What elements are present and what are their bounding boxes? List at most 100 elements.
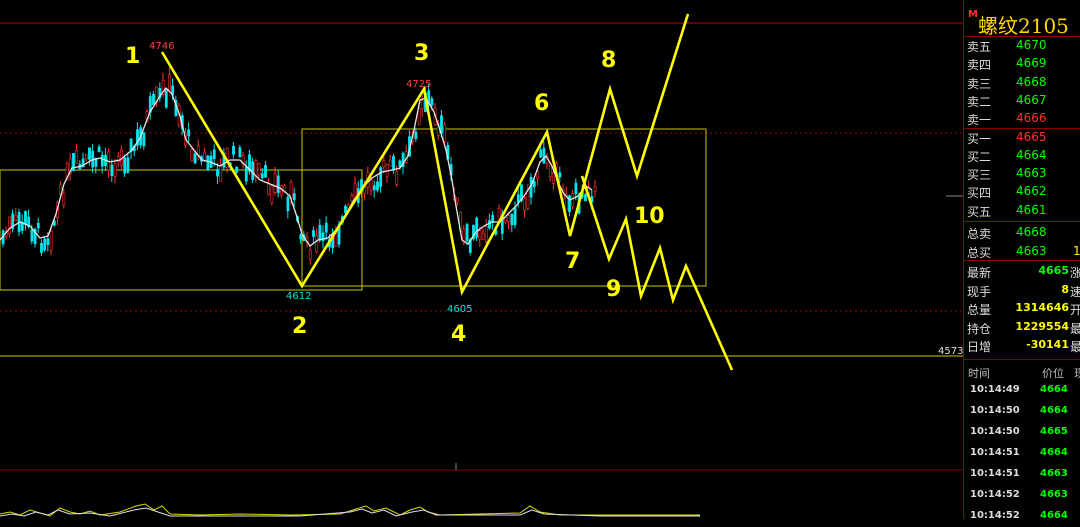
candle-body	[126, 157, 130, 173]
candle-body	[388, 159, 392, 167]
order-book-label: 卖五	[967, 40, 992, 54]
order-book-row[interactable]: 卖五 4670	[964, 36, 1080, 54]
candle-body	[212, 149, 216, 159]
candle-body	[276, 175, 280, 193]
candle-body	[251, 161, 255, 180]
order-book-row[interactable]: 卖一 4666	[964, 109, 1080, 127]
order-book-row[interactable]: 买一 4665	[964, 128, 1080, 146]
support-price-label: 4573	[938, 346, 963, 357]
tick-time: 10:14:52	[970, 510, 1020, 521]
candle-body	[526, 190, 530, 209]
order-book-label: 卖一	[967, 113, 992, 128]
candle-body	[292, 193, 296, 201]
candle-body	[244, 166, 248, 182]
tick-row[interactable]: 10:14:52 4664	[964, 506, 1080, 527]
candle-body	[168, 74, 171, 91]
candle-body	[43, 238, 47, 251]
symbol-mark: M	[968, 9, 978, 20]
wave-label-4: 4	[451, 322, 466, 347]
range-box-left	[0, 169, 363, 291]
candle-body	[324, 222, 328, 233]
stats-value: 1229554	[1015, 319, 1069, 333]
stats-label: 现手	[967, 284, 992, 299]
candle-body	[40, 243, 43, 253]
wave-label-2: 2	[292, 314, 307, 339]
tick-row[interactable]: 10:14:50 4664	[964, 401, 1080, 422]
order-book-row[interactable]: 卖二 4667	[964, 91, 1080, 109]
price-label-high3: 4725	[406, 79, 431, 90]
order-book-price: 4667	[1016, 92, 1047, 107]
order-book-label: 买五	[967, 204, 992, 219]
tick-time: 10:14:52	[970, 489, 1020, 500]
candle-body	[75, 150, 79, 164]
tick-row[interactable]: 10:14:49 4664	[964, 380, 1080, 401]
wave-label-8: 8	[601, 48, 616, 73]
order-book-label: 卖四	[967, 58, 992, 73]
price-label-low4: 4605	[447, 304, 472, 315]
tick-time: 10:14:51	[970, 468, 1020, 479]
symbol-header: M 螺纹2105 i	[964, 0, 1080, 39]
candle-body	[84, 154, 88, 160]
order-book-row[interactable]: 买二 4664	[964, 146, 1080, 164]
order-book-row[interactable]: 卖四 4669	[964, 54, 1080, 72]
ticks-header: 时间 价位 现	[964, 362, 1080, 380]
candle-body	[113, 163, 117, 177]
candle-body	[504, 217, 507, 223]
price-label-high1: 4746	[149, 41, 174, 52]
tick-row[interactable]: 10:14:52 4663	[964, 485, 1080, 506]
tick-price: 4663	[1040, 489, 1068, 500]
stats-row: 持仓 1229554 最	[964, 318, 1080, 336]
tick-price: 4664	[1040, 384, 1068, 395]
candle-body	[574, 182, 578, 195]
candle-body	[187, 129, 191, 137]
candle-body	[510, 213, 514, 226]
candle-body	[376, 181, 379, 191]
order-book-row[interactable]: 买三 4663	[964, 164, 1080, 182]
candle-body	[232, 145, 235, 155]
candle-body	[100, 154, 104, 167]
wave-label-9: 9	[606, 277, 621, 302]
candle-body	[264, 165, 267, 178]
stats-label: 持仓	[967, 321, 992, 336]
candle-body	[353, 183, 357, 198]
tick-time: 10:14:51	[970, 447, 1020, 458]
stats-row: 日增 -30141 最	[964, 336, 1080, 354]
order-book-row[interactable]: 卖三 4668	[964, 73, 1080, 91]
stats-extra: 涨	[1070, 266, 1080, 280]
tick-row[interactable]: 10:14:50 4665	[964, 422, 1080, 443]
kline-chart[interactable]: 4746 4612 4725 4605 1 2 3 4 6 7 8 9 10 4…	[0, 0, 963, 518]
totals-value: 4668	[1016, 225, 1047, 239]
tick-row[interactable]: 10:14:51 4664	[964, 443, 1080, 464]
candle-body	[414, 131, 418, 139]
candle-body	[267, 183, 271, 196]
candle-body	[219, 165, 223, 182]
candle-body	[62, 193, 66, 206]
candle-body	[558, 172, 562, 178]
order-book-price: 4668	[1016, 74, 1047, 89]
candle-body	[369, 179, 373, 191]
order-book-label: 卖三	[967, 76, 992, 91]
candle-body	[507, 215, 511, 222]
tick-price: 4665	[1040, 426, 1068, 437]
candle-body	[395, 171, 399, 185]
candle-body	[420, 100, 424, 110]
candle-body	[46, 238, 50, 246]
order-book-row[interactable]: 买四 4662	[964, 182, 1080, 200]
order-book-row[interactable]: 买五 4661	[964, 201, 1080, 219]
candle-body	[257, 163, 261, 176]
ticks-header-vol: 现	[1074, 367, 1080, 380]
stats-value: 1314646	[1015, 301, 1069, 314]
candle-body	[593, 186, 597, 192]
indicator-line-1	[0, 503, 700, 517]
order-book-price: 4663	[1016, 166, 1047, 181]
wave-label-6: 6	[534, 91, 549, 116]
ticks-divider	[964, 359, 1080, 360]
candle-body	[206, 155, 210, 171]
tick-row[interactable]: 10:14:51 4663	[964, 464, 1080, 485]
symbol-title[interactable]: 螺纹2105 i	[978, 10, 1080, 39]
tick-price: 4663	[1040, 468, 1068, 479]
order-book-label: 买四	[967, 186, 992, 201]
candle-body	[260, 173, 264, 179]
candle-body	[571, 193, 575, 207]
candle-body	[542, 147, 546, 164]
